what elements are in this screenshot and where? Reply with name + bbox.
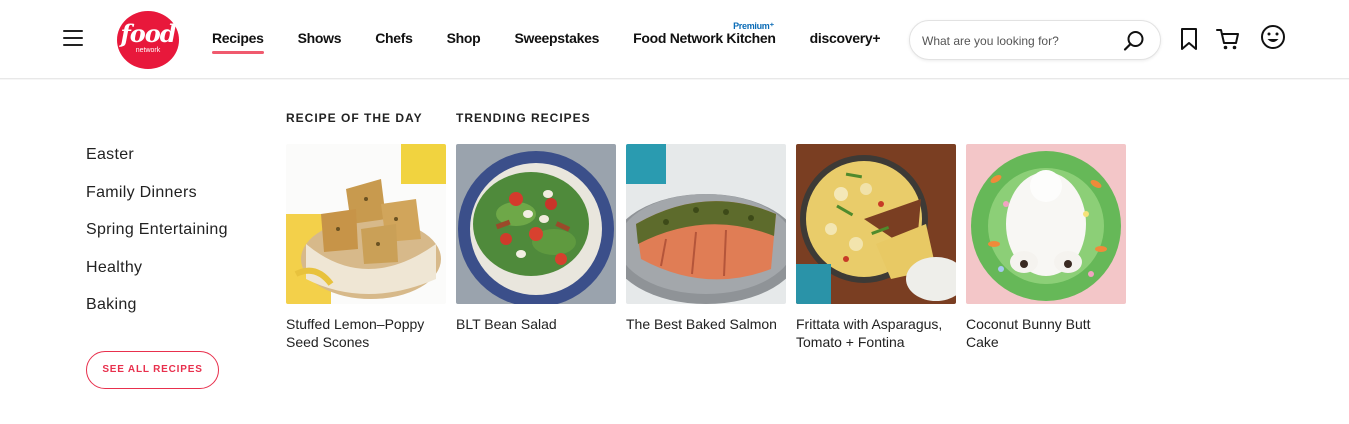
- see-all-recipes-button[interactable]: SEE ALL RECIPES: [86, 351, 219, 389]
- site-header: food network Recipes Shows Chefs Shop Sw…: [0, 0, 1349, 79]
- recipe-card-bunny-cake[interactable]: Coconut Bunny Butt Cake: [966, 144, 1126, 351]
- category-list: Easter Family Dinners Spring Entertainin…: [86, 145, 228, 333]
- search-input[interactable]: [922, 32, 1112, 50]
- frittata-photo: [796, 144, 956, 304]
- nav-discovery-plus[interactable]: discovery+: [810, 30, 881, 50]
- recipe-card-scones[interactable]: Stuffed Lemon–Poppy Seed Scones: [286, 144, 446, 351]
- salad-photo: [456, 144, 616, 304]
- nav-food-network-kitchen[interactable]: Food Network Kitchen Premium⁺: [633, 21, 776, 50]
- premium-badge: Premium⁺: [733, 21, 774, 31]
- recipe-title[interactable]: Frittata with Asparagus, Tomato + Fontin…: [796, 315, 956, 351]
- search-icon[interactable]: [1122, 29, 1146, 53]
- logo-subtext: network: [135, 47, 161, 54]
- recipe-card-frittata[interactable]: Frittata with Asparagus, Tomato + Fontin…: [796, 144, 956, 351]
- main-nav: Recipes Shows Chefs Shop Sweepstakes Foo…: [212, 21, 914, 54]
- nav-chefs[interactable]: Chefs: [375, 30, 413, 50]
- bookmark-icon[interactable]: [1177, 26, 1201, 52]
- salmon-photo: [626, 144, 786, 304]
- recipe-card-blt-salad[interactable]: BLT Bean Salad: [456, 144, 616, 333]
- category-family-dinners[interactable]: Family Dinners: [86, 183, 228, 221]
- scones-photo: [286, 144, 446, 304]
- nav-recipes[interactable]: Recipes: [212, 30, 264, 54]
- user-smiley-icon[interactable]: [1260, 24, 1286, 50]
- logo-wordmark: food: [120, 19, 176, 48]
- recipes-dropdown-panel: Easter Family Dinners Spring Entertainin…: [0, 80, 1349, 424]
- recipe-title[interactable]: Stuffed Lemon–Poppy Seed Scones: [286, 315, 446, 351]
- category-baking[interactable]: Baking: [86, 295, 228, 333]
- recipe-title[interactable]: BLT Bean Salad: [456, 315, 616, 333]
- recipe-of-the-day-label: RECIPE OF THE DAY: [286, 111, 423, 125]
- food-network-logo[interactable]: food network: [117, 11, 179, 69]
- cart-icon[interactable]: [1216, 26, 1240, 52]
- category-easter[interactable]: Easter: [86, 145, 228, 183]
- category-healthy[interactable]: Healthy: [86, 258, 228, 296]
- recipe-title[interactable]: Coconut Bunny Butt Cake: [966, 315, 1126, 351]
- recipe-title[interactable]: The Best Baked Salmon: [626, 315, 786, 333]
- nav-fnk-label: Food Network Kitchen: [633, 30, 776, 46]
- recipe-card-baked-salmon[interactable]: The Best Baked Salmon: [626, 144, 786, 333]
- trending-recipes-label: TRENDING RECIPES: [456, 111, 591, 125]
- nav-sweepstakes[interactable]: Sweepstakes: [514, 30, 599, 50]
- bunny-cake-photo: [966, 144, 1126, 304]
- search-box: [909, 20, 1161, 60]
- category-spring-entertaining[interactable]: Spring Entertaining: [86, 220, 228, 258]
- nav-shop[interactable]: Shop: [447, 30, 481, 50]
- hamburger-menu-icon[interactable]: [63, 30, 83, 48]
- nav-shows[interactable]: Shows: [298, 30, 342, 50]
